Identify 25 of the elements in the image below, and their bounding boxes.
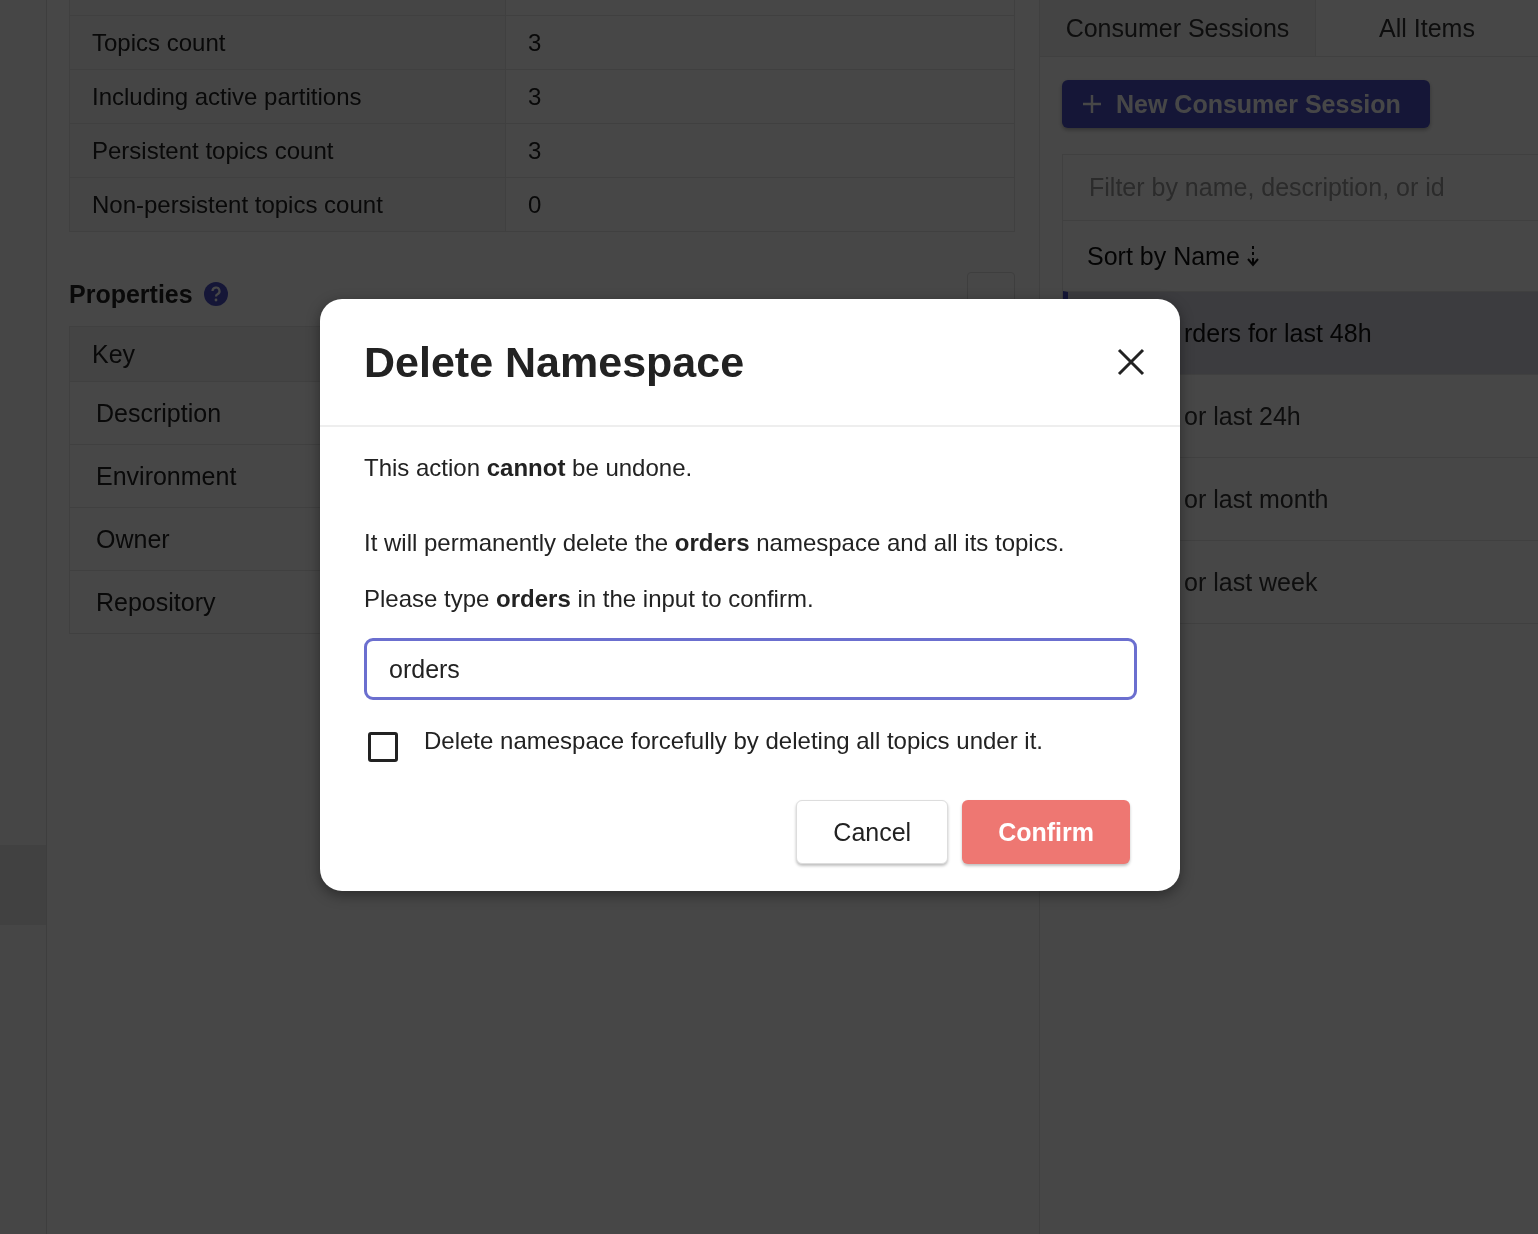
close-button[interactable] [1116, 347, 1146, 377]
close-icon [1116, 347, 1146, 377]
stat-label: Persistent topics count [92, 136, 334, 165]
property-key: Owner [96, 524, 170, 554]
stat-label: Including active partitions [92, 82, 362, 111]
stat-label: Topics count [92, 28, 226, 57]
stat-value: 3 [528, 28, 542, 57]
dialog-title: Delete Namespace [364, 337, 745, 387]
checkbox-label: Delete namespace forcefully by deleting all topics under it. [424, 726, 1043, 756]
property-key: Environment [96, 461, 237, 491]
dialog-text: This action cannot be undone. [364, 453, 694, 483]
stat-value: 0 [528, 190, 542, 219]
dialog-text: Please type orders in the input to confirm. [364, 584, 815, 614]
dialog-text: It will permanently delete the orders namespace and all its topics. [364, 528, 1066, 558]
confirm-input[interactable]: orders [364, 638, 1137, 700]
cancel-button[interactable]: Cancel [796, 800, 949, 864]
column-header: Key [92, 339, 136, 369]
property-key: Description [96, 398, 222, 428]
property-key: Repository [96, 587, 216, 617]
section-title: Properties [69, 279, 193, 309]
stat-value: 3 [528, 136, 542, 165]
stat-label: Non-persistent topics count [92, 190, 383, 219]
confirm-button[interactable]: Confirm [962, 800, 1130, 864]
checkbox[interactable] [368, 732, 398, 762]
stat-value: 3 [528, 82, 542, 111]
